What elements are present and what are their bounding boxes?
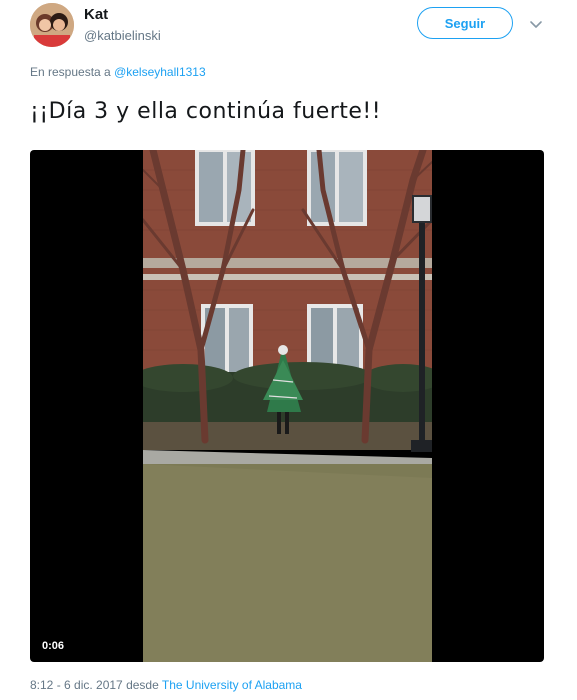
reply-prefix: En respuesta a: [30, 65, 111, 79]
video-frame: [143, 150, 432, 662]
tweet-source-link[interactable]: The University of Alabama: [162, 678, 302, 692]
author-handle[interactable]: @katbielinski: [84, 28, 161, 43]
author-name[interactable]: Kat: [84, 6, 108, 23]
avatar-image: [30, 3, 74, 47]
chevron-down-icon[interactable]: [528, 16, 544, 32]
tweet-meta: 8:12 - 6 dic. 2017 desde The University …: [30, 678, 302, 692]
tweet-text: ¡¡Día 3 y ella continúa fuerte!!: [30, 99, 382, 124]
video-elapsed-time: 0:06: [42, 640, 65, 652]
avatar[interactable]: [30, 3, 74, 47]
reply-mention-link[interactable]: @kelseyhall1313: [114, 65, 206, 79]
tweet-via: desde: [126, 678, 159, 692]
video-player[interactable]: 0:06: [30, 150, 544, 662]
tweet-timestamp[interactable]: 8:12 - 6 dic. 2017: [30, 678, 123, 692]
follow-button[interactable]: Seguir: [417, 7, 513, 39]
reply-context: En respuesta a @kelseyhall1313: [30, 65, 206, 79]
